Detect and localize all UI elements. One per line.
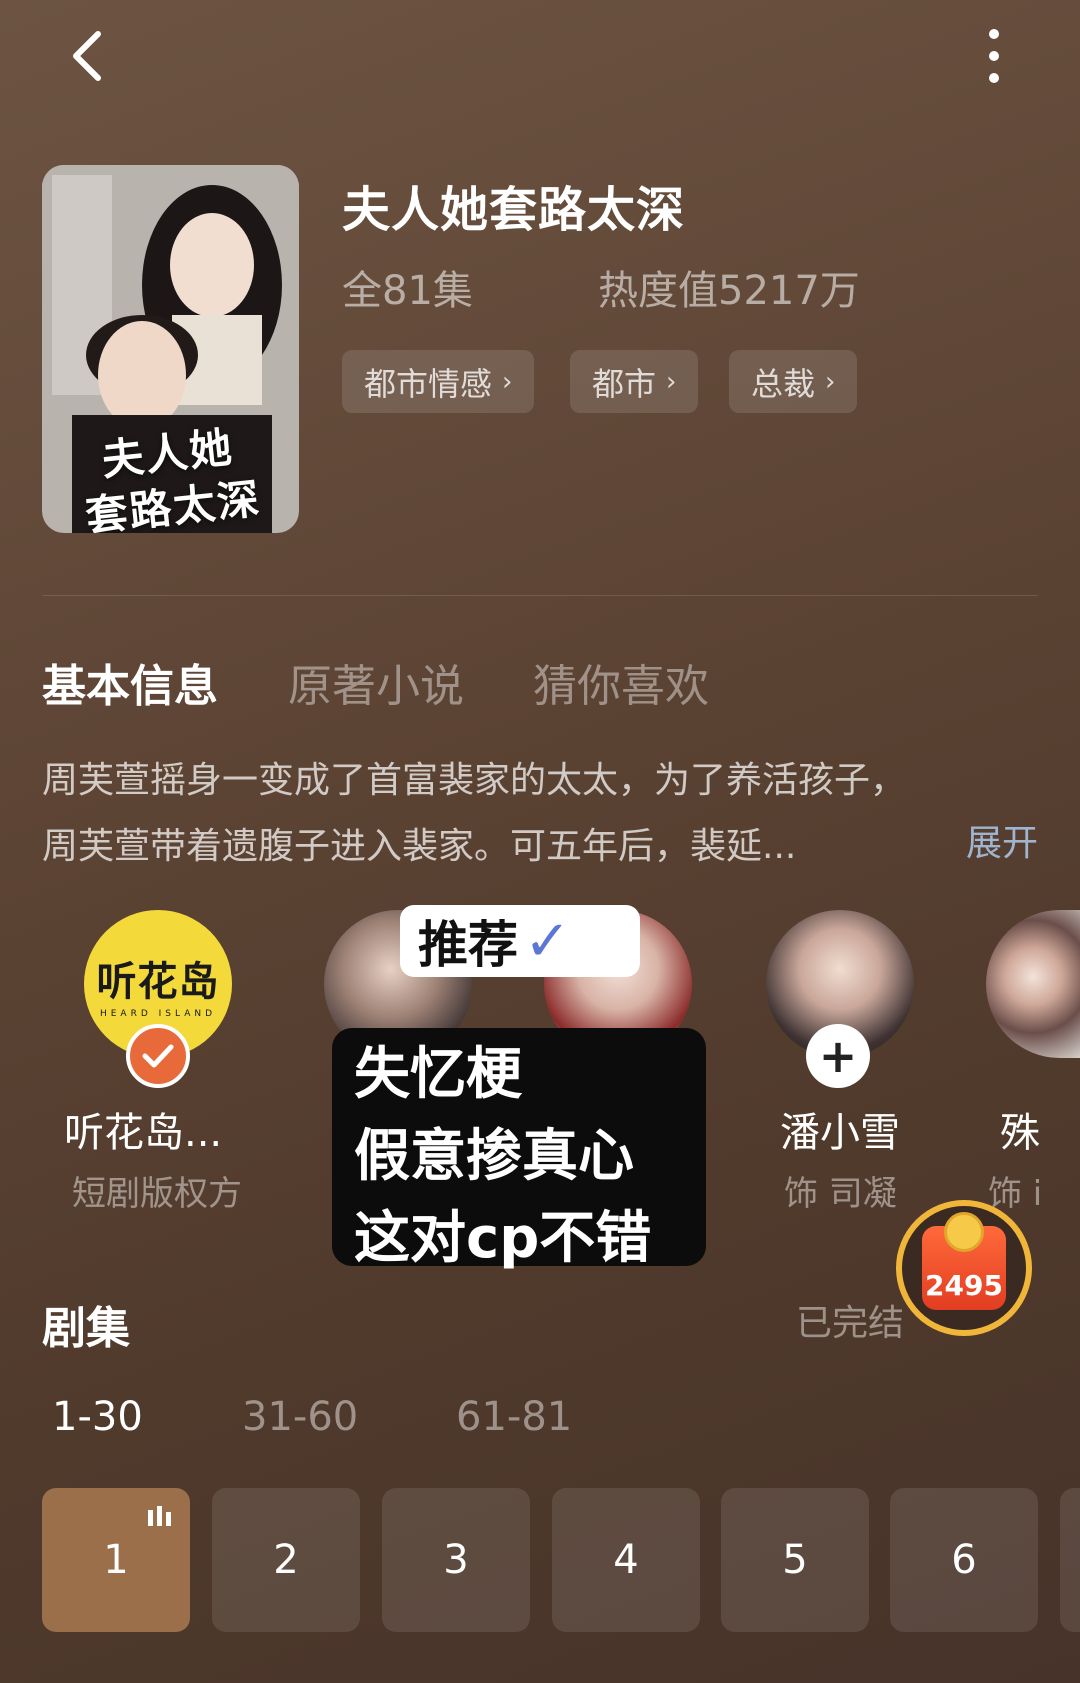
note-sticker: 失忆梗 假意掺真心 这对cp不错 bbox=[332, 1028, 706, 1271]
tag-label: 都市情感 bbox=[364, 364, 493, 403]
show-poster[interactable]: 夫人她 套路太深 bbox=[42, 165, 299, 533]
cast-role: 饰 司凝 bbox=[784, 1174, 897, 1214]
playing-indicator-icon bbox=[148, 1506, 171, 1526]
chevron-right-icon: › bbox=[502, 366, 513, 397]
cast-name: 听花岛... bbox=[64, 1110, 223, 1156]
episode-number: 5 bbox=[782, 1537, 808, 1583]
episode-number: 1 bbox=[103, 1537, 129, 1583]
cast-name: 殊 bbox=[1000, 1110, 1040, 1156]
tag-urban[interactable]: 都市 › bbox=[570, 350, 699, 413]
note-line2: 假意掺真心 bbox=[354, 1124, 634, 1189]
note-line3: 这对cp不错 bbox=[354, 1206, 652, 1271]
tab-basic-info[interactable]: 基本信息 bbox=[42, 650, 218, 714]
episode-number: 3 bbox=[443, 1537, 469, 1583]
tag-urban-romance[interactable]: 都市情感 › bbox=[342, 350, 535, 413]
reward-count: 2495 bbox=[925, 1269, 1003, 1302]
chevron-right-icon: › bbox=[825, 366, 836, 397]
recommend-text: 推荐 bbox=[418, 916, 518, 974]
note-line1: 失忆梗 bbox=[354, 1042, 522, 1107]
recommend-sticker: 推荐 ✓ bbox=[400, 905, 640, 977]
heat-value: 热度值5217万 bbox=[598, 268, 860, 314]
episode-number: 6 bbox=[951, 1537, 977, 1583]
episode-button-partial[interactable] bbox=[1060, 1488, 1080, 1632]
coin-icon bbox=[944, 1212, 984, 1252]
tag-ceo[interactable]: 总裁 › bbox=[729, 350, 858, 413]
episode-number: 4 bbox=[613, 1537, 639, 1583]
episode-button-3[interactable]: 3 bbox=[382, 1488, 530, 1632]
synopsis-line2: 周芙萱带着遗腹子进入裴家。可五年后，裴延... bbox=[42, 826, 797, 867]
episode-number: 2 bbox=[273, 1537, 299, 1583]
episode-button-6[interactable]: 6 bbox=[890, 1488, 1038, 1632]
tag-label: 都市 bbox=[592, 364, 657, 403]
cast-name: 潘小雪 bbox=[780, 1110, 900, 1156]
episodes-status[interactable]: 已完结 bbox=[796, 1294, 904, 1346]
logo-subtext: HEARD ISLAND bbox=[99, 1009, 217, 1019]
chevron-right-icon: › bbox=[666, 366, 677, 397]
check-icon bbox=[142, 1044, 174, 1068]
episode-button-2[interactable]: 2 bbox=[212, 1488, 360, 1632]
divider bbox=[42, 595, 1038, 596]
follow-plus-icon[interactable]: + bbox=[806, 1024, 870, 1088]
range-tab-31-60[interactable]: 31-60 bbox=[242, 1394, 358, 1440]
synopsis-line1: 周芙萱摇身一变成了首富裴家的太太，为了养活孩子， bbox=[42, 760, 907, 801]
cast-role: 短剧版权方 bbox=[72, 1174, 242, 1214]
more-button[interactable] bbox=[972, 24, 1016, 88]
verified-badge bbox=[126, 1024, 190, 1088]
episode-button-5[interactable]: 5 bbox=[721, 1488, 869, 1632]
chevron-left-icon bbox=[73, 31, 101, 81]
check-mark-icon: ✓ bbox=[524, 908, 571, 974]
tab-original-novel[interactable]: 原著小说 bbox=[288, 650, 464, 714]
tag-label: 总裁 bbox=[751, 364, 816, 403]
episode-button-1[interactable]: 1 bbox=[42, 1488, 190, 1632]
episode-button-4[interactable]: 4 bbox=[552, 1488, 700, 1632]
avatar-partial[interactable] bbox=[986, 910, 1080, 1058]
logo-text: 听花岛 bbox=[96, 959, 220, 1005]
red-envelope-icon: 2495 bbox=[922, 1212, 1006, 1310]
range-tab-1-30[interactable]: 1-30 bbox=[52, 1394, 143, 1440]
reward-button[interactable]: 2495 bbox=[896, 1200, 1032, 1336]
expand-link[interactable]: 展开 bbox=[966, 814, 1038, 866]
show-title: 夫人她套路太深 bbox=[342, 182, 686, 238]
episode-count: 全81集 bbox=[342, 268, 473, 314]
range-tab-61-81[interactable]: 61-81 bbox=[456, 1394, 572, 1440]
synopsis: 周芙萱摇身一变成了首富裴家的太太，为了养活孩子， 周芙萱带着遗腹子进入裴家。可五… bbox=[42, 748, 1038, 880]
tab-recommendations[interactable]: 猜你喜欢 bbox=[533, 650, 709, 714]
more-vertical-icon bbox=[989, 29, 999, 83]
episodes-title: 剧集 bbox=[42, 1303, 130, 1354]
back-button[interactable] bbox=[60, 24, 120, 88]
